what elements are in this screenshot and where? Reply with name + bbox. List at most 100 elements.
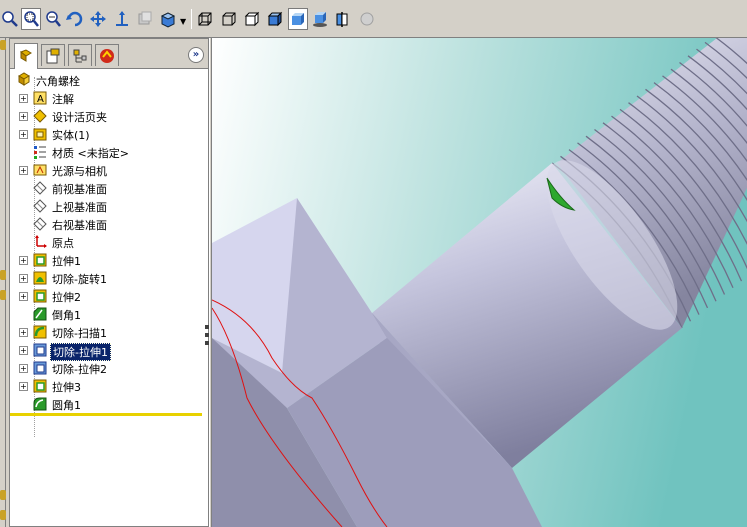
tree-item[interactable]: + 切除-拉伸1 [10, 341, 208, 361]
expand-toggle[interactable]: + [19, 112, 28, 121]
cut-revolve-icon [33, 271, 47, 285]
extrude-icon [33, 253, 47, 267]
expand-toggle[interactable]: + [19, 328, 28, 337]
tree-item-label: 拉伸1 [52, 255, 81, 268]
origin-icon [35, 235, 47, 248]
tree-item-label: 右视基准面 [52, 219, 107, 232]
configuration-manager-tab[interactable] [68, 44, 92, 66]
expand-toggle[interactable]: + [19, 292, 28, 301]
strip-tool-icon[interactable] [0, 490, 6, 500]
expand-toggle[interactable]: + [19, 382, 28, 391]
expand-toggle[interactable]: + [19, 130, 28, 139]
shaded-icon[interactable] [288, 8, 308, 30]
cut-extrude-icon [33, 361, 47, 375]
previous-view-icon[interactable] [135, 8, 155, 30]
chamfer-icon [33, 307, 47, 321]
realview-icon[interactable] [357, 8, 377, 30]
zoom-to-area-icon[interactable] [21, 8, 41, 30]
strip-tool-icon[interactable] [0, 290, 6, 300]
tree-item[interactable]: + 切除-旋转1 [10, 269, 208, 287]
part-icon [18, 72, 30, 86]
tree-item[interactable]: + 光源与相机 [10, 161, 208, 179]
tree-item-label: 拉伸3 [52, 381, 81, 394]
bolt-model-render [212, 38, 747, 527]
design-binder-icon [33, 109, 47, 123]
feature-tree-tab[interactable] [14, 43, 38, 69]
tree-item[interactable]: 右视基准面 [10, 215, 208, 233]
property-manager-tab[interactable] [41, 44, 65, 66]
rollback-bar[interactable] [10, 413, 202, 416]
expand-toggle[interactable]: + [19, 256, 28, 265]
toolbar-separator [191, 9, 192, 29]
strip-tool-icon[interactable] [0, 40, 6, 50]
expand-toggle[interactable]: + [19, 364, 28, 373]
strip-tool-icon[interactable] [0, 270, 6, 280]
zoom-to-fit-icon[interactable] [0, 8, 20, 30]
graphics-viewport[interactable] [212, 38, 747, 527]
expand-toggle[interactable]: + [19, 274, 28, 283]
svg-text:A: A [37, 94, 44, 105]
tree-item[interactable]: 材质 <未指定> [10, 143, 208, 161]
strip-tool-icon[interactable] [0, 510, 6, 520]
tree-item-label: 前视基准面 [52, 183, 107, 196]
extrude-icon [33, 379, 47, 393]
shaded-with-edges-icon[interactable] [265, 8, 285, 30]
tree-item-label: 原点 [52, 237, 74, 250]
tree-item[interactable]: 前视基准面 [10, 179, 208, 197]
rotate-view-icon[interactable] [65, 8, 85, 30]
tree-item-label: 切除-拉伸2 [52, 363, 107, 376]
hidden-lines-removed-icon[interactable] [242, 8, 262, 30]
tree-item[interactable]: + 实体(1) [10, 125, 208, 143]
expand-toggle[interactable]: + [19, 166, 28, 175]
tree-item[interactable]: + 切除-拉伸2 [10, 359, 208, 377]
tree-item-label: 注解 [52, 93, 74, 106]
tree-item-label: 设计活页夹 [52, 111, 107, 124]
expand-toggle[interactable]: + [19, 94, 28, 103]
tree-item-label: 圆角1 [52, 399, 81, 412]
tree-item-label: 切除-扫描1 [52, 327, 107, 340]
lights-cameras-icon [33, 164, 47, 176]
tree-item-label: 倒角1 [52, 309, 81, 322]
tree-item[interactable]: + 切除-扫描1 [10, 323, 208, 341]
cut-sweep-icon [33, 325, 47, 339]
solidworks-window: ▼ » 六角螺栓 + A 注解 + 设计活页夹 + 实体(1) 材质 <未指定>… [0, 0, 747, 527]
cut-extrude-icon [33, 343, 47, 357]
zoom-in-out-icon[interactable] [43, 8, 63, 30]
plane-icon [33, 181, 47, 195]
tree-item[interactable]: + 设计活页夹 [10, 107, 208, 125]
tree-item[interactable]: 倒角1 [10, 305, 208, 323]
tree-item[interactable]: 原点 [10, 233, 208, 251]
tree-item[interactable]: 圆角1 [10, 395, 208, 413]
splitter-grip [205, 341, 209, 345]
hidden-lines-visible-icon[interactable] [219, 8, 239, 30]
standard-views-icon[interactable] [158, 8, 178, 30]
wireframe-icon[interactable] [195, 8, 215, 30]
feature-manager-tabs: » [10, 39, 208, 69]
fillet-icon [33, 397, 47, 411]
tree-item[interactable]: + 拉伸3 [10, 377, 208, 395]
tree-root[interactable]: 六角螺栓 [10, 71, 208, 89]
dropdown-arrow-icon[interactable]: ▼ [180, 17, 186, 26]
display-manager-tab[interactable] [95, 44, 119, 66]
feature-tree-icon [20, 48, 32, 62]
expand-toggle[interactable]: + [19, 346, 28, 355]
view-orientation-icon[interactable] [112, 8, 132, 30]
tree-item[interactable]: + 拉伸2 [10, 287, 208, 305]
section-view-icon[interactable] [333, 8, 353, 30]
tree-item-label: 材质 <未指定> [52, 147, 129, 160]
tree-item[interactable]: + A 注解 [10, 89, 208, 107]
expand-panel-button[interactable]: » [188, 47, 204, 63]
tree-item-label: 切除-旋转1 [52, 273, 107, 286]
tree-item-label: 拉伸2 [52, 291, 81, 304]
material-icon [34, 146, 46, 159]
part-name: 六角螺栓 [36, 75, 80, 88]
pan-icon[interactable] [88, 8, 108, 30]
tree-item[interactable]: 上视基准面 [10, 197, 208, 215]
configuration-manager-icon [73, 49, 87, 62]
tree-item[interactable]: + 拉伸1 [10, 251, 208, 269]
property-manager-icon [46, 48, 60, 63]
shadows-icon[interactable] [310, 8, 330, 30]
solid-bodies-icon [33, 128, 47, 141]
plane-icon [33, 217, 47, 231]
extrude-icon [33, 289, 47, 303]
